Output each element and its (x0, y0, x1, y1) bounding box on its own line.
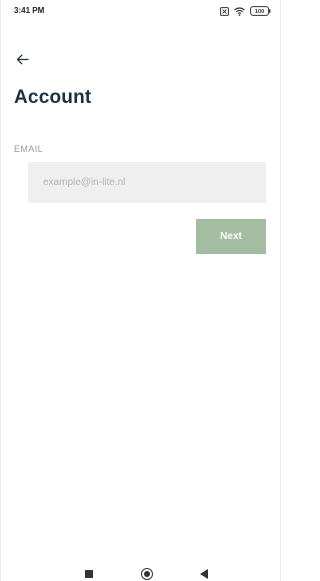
square-icon[interactable] (85, 570, 93, 578)
status-bar: 3:41 PM 100 (1, 0, 282, 26)
arrow-left-icon (16, 52, 29, 70)
sim-card-icon (220, 6, 229, 16)
email-field[interactable] (28, 162, 266, 203)
home-dot (144, 571, 150, 577)
status-icons: 100 (220, 5, 271, 17)
wifi-icon (234, 6, 245, 16)
battery-icon: 100 (250, 6, 271, 16)
next-button[interactable]: Next (196, 219, 266, 254)
page-title: Account (14, 87, 92, 108)
triangle-back-icon[interactable] (200, 569, 208, 579)
email-label: EMAIL (14, 144, 44, 154)
back-button[interactable] (11, 50, 33, 72)
status-time: 3:41 PM (14, 6, 45, 15)
battery-level: 100 (255, 9, 264, 15)
app-screen: 3:41 PM 100 Account EMAIL Next (0, 0, 281, 581)
circle-icon[interactable] (141, 568, 153, 580)
